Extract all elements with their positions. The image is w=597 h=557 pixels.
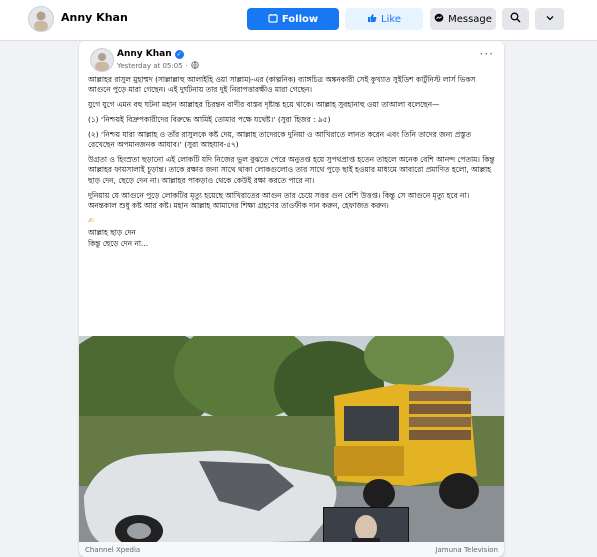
writing-hand-emoji: ✍ bbox=[88, 216, 95, 226]
related-channel-left[interactable]: Channel Xpedia bbox=[85, 546, 140, 554]
author-avatar[interactable] bbox=[90, 48, 114, 72]
search-icon bbox=[510, 12, 521, 26]
more-options-button[interactable] bbox=[535, 8, 564, 30]
post-card: Anny Khan ✓ Yesterday at 05:05 · ··· আল্… bbox=[79, 41, 504, 557]
avatar-image bbox=[34, 11, 48, 31]
search-button[interactable] bbox=[502, 8, 529, 30]
follow-label: Follow bbox=[281, 13, 319, 25]
post-body: আল্লাহর রাসুল মুহাম্মদ (সাল্লাল্লাহু আলা… bbox=[88, 75, 498, 254]
like-label: Like bbox=[381, 13, 401, 25]
thumbs-up-icon bbox=[367, 13, 377, 26]
related-channel-right[interactable]: Jamuna Television bbox=[435, 546, 498, 554]
author-name[interactable]: Anny Khan bbox=[117, 49, 172, 59]
follow-button[interactable]: Follow bbox=[247, 8, 339, 30]
chevron-down-icon bbox=[545, 13, 555, 26]
post-photo[interactable]: Channel Xpedia Jamuna Television bbox=[79, 336, 504, 557]
related-videos-bar: Channel Xpedia Jamuna Television bbox=[79, 542, 504, 557]
dot-separator: · bbox=[185, 62, 188, 70]
message-label: Message bbox=[448, 13, 492, 25]
message-button[interactable]: Message bbox=[430, 8, 496, 30]
post-paragraph: আল্লাহর রাসুল মুহাম্মদ (সাল্লাল্লাহু আলা… bbox=[88, 75, 476, 95]
profile-name[interactable]: Anny Khan bbox=[61, 11, 128, 24]
crash-scene-image bbox=[79, 336, 504, 557]
verified-badge-icon: ✓ bbox=[174, 49, 184, 59]
like-button[interactable]: Like bbox=[345, 8, 423, 30]
post-timestamp[interactable]: Yesterday at 05:05 bbox=[117, 62, 183, 70]
follow-icon bbox=[268, 13, 278, 26]
post-paragraph: (২) ‘নিশ্চয় যারা আল্লাহ ও তাঁর রাসুলকে … bbox=[88, 129, 472, 150]
post-paragraph: যুগে যুগে এমন বহু ঘটনা মহান আল্লাহর চিরন… bbox=[88, 100, 440, 110]
post-paragraph: দুনিয়ায় যে আগুনে পুড়ে লোকটির মৃত্যু হ… bbox=[88, 190, 470, 211]
post-paragraph: (১) ‘নিশ্চয়ই বিদ্রুপকারীদের বিরুদ্ধে আম… bbox=[88, 114, 331, 124]
author-name-row: Anny Khan ✓ bbox=[117, 49, 184, 59]
avatar-image bbox=[95, 53, 109, 71]
profile-avatar[interactable] bbox=[28, 6, 54, 32]
post-paragraph: উগ্রতা ও হিংস্রতা ছড়ানো এই লোকটি যদি নি… bbox=[88, 155, 495, 185]
post-meta: Yesterday at 05:05 · bbox=[117, 61, 199, 71]
messenger-icon bbox=[434, 13, 444, 26]
post-paragraph: আল্লাহ ছাড় দেন কিন্তু ছেড়ে দেন না... bbox=[88, 228, 149, 248]
page-header: Anny Khan Follow Like Message bbox=[0, 0, 597, 41]
globe-icon bbox=[191, 61, 199, 71]
post-options-icon[interactable]: ··· bbox=[480, 47, 494, 61]
